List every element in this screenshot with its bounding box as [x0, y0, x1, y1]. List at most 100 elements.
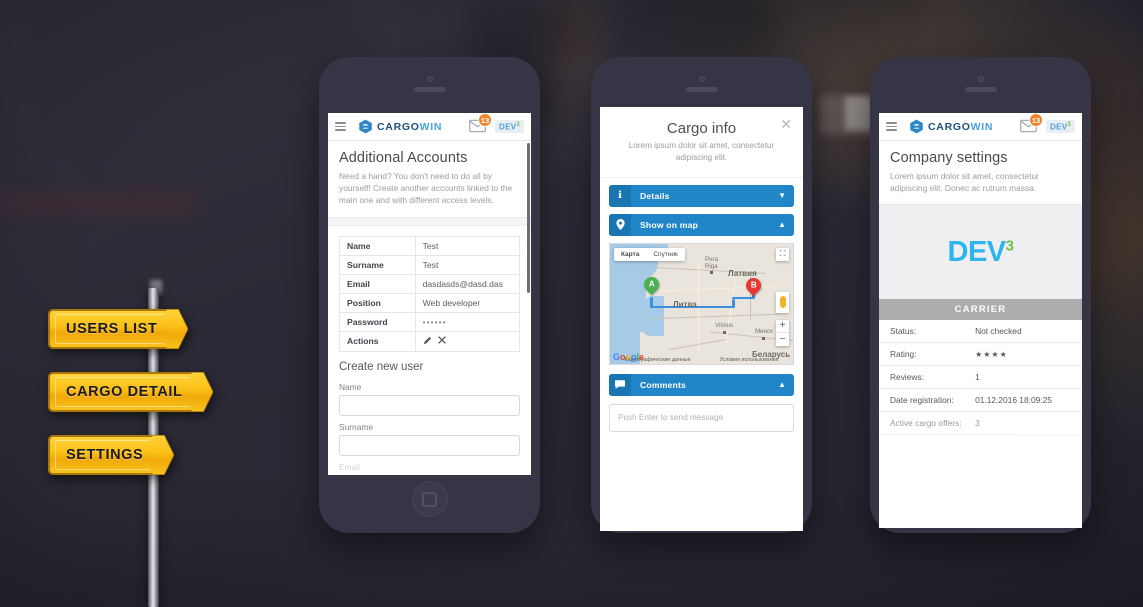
mail-badge-count: 13 — [478, 113, 492, 127]
table-cell-password: •••••• — [414, 311, 521, 332]
sign-settings[interactable]: SETTINGS — [48, 435, 175, 475]
name-input[interactable] — [339, 394, 520, 416]
phone3-page-header: Company settings Lorem ipsum dolor sit a… — [879, 141, 1082, 205]
table-row: Password •••••• — [339, 311, 521, 332]
comment-icon — [609, 373, 631, 396]
chevron-up-icon: ▲ — [778, 380, 786, 390]
phone-mockup-settings: CARGOWIN 13 DEV3 Company settings Lorem … — [870, 57, 1091, 533]
phone-camera-icon — [698, 76, 705, 82]
row-key: Rating: — [890, 349, 917, 360]
zoom-out-button[interactable]: − — [776, 333, 789, 346]
map-attribution-right[interactable]: Условия использования — [720, 357, 779, 363]
map-country-label: Латвия — [728, 268, 757, 278]
table-cell-key: Surname — [339, 254, 416, 275]
map-city-label: Рига — [705, 255, 719, 263]
cargo-info-modal-header: ✕ Cargo info Lorem ipsum dolor sit amet,… — [600, 107, 803, 178]
map-pin-a[interactable]: A — [640, 273, 663, 298]
accordion-details[interactable]: ℹ Details ▼ — [609, 184, 794, 207]
row-key: Status: — [890, 326, 917, 337]
map-zoom-controls[interactable]: + − — [776, 319, 789, 346]
table-cell-key: Name — [339, 235, 416, 256]
accordion-label: Comments — [640, 379, 687, 390]
app-navbar: CARGOWIN 13 DEV3 — [328, 113, 531, 141]
dev-chip[interactable]: DEV3 — [1046, 119, 1075, 134]
accordion-comments[interactable]: Comments ▲ — [609, 373, 794, 396]
table-row: Rating: ★★★★ — [879, 343, 1082, 367]
accounts-table: Name Test Surname Test Email dasdasds@da… — [339, 235, 521, 352]
hamburger-icon[interactable] — [886, 122, 897, 131]
phone-speaker — [685, 87, 718, 92]
table-cell-key: Email — [339, 273, 416, 294]
sign-label: USERS LIST — [66, 321, 158, 337]
row-key: Date registration: — [890, 395, 954, 406]
brand-text: CARGOWIN — [928, 120, 994, 133]
modal-subtitle: Lorem ipsum dolor sit amet, consectetur … — [628, 141, 775, 163]
map-type-map[interactable]: Карта — [614, 248, 646, 261]
close-icon[interactable]: ✕ — [780, 117, 792, 131]
map-type-satellite[interactable]: Спутник — [646, 248, 685, 261]
phone-camera-icon — [426, 76, 433, 82]
phone3-screen: CARGOWIN 13 DEV3 Company settings Lorem … — [879, 113, 1082, 528]
row-key: Reviews: — [890, 372, 924, 383]
zoom-in-button[interactable]: + — [776, 320, 789, 333]
phone-home-button[interactable] — [411, 481, 448, 517]
comment-placeholder: Push Enter to send message — [618, 413, 724, 423]
sign-users-list[interactable]: USERS LIST — [48, 309, 189, 349]
phone2-screen: ✕ Cargo info Lorem ipsum dolor sit amet,… — [600, 107, 803, 531]
pencil-icon[interactable] — [423, 336, 432, 345]
chevron-down-icon: ▼ — [778, 191, 786, 201]
company-info-rows: Status: Not checked Rating: ★★★★ Reviews… — [879, 320, 1082, 436]
accordion-label: Show on map — [640, 219, 699, 230]
route-map[interactable]: Латвия Литва Беларусь Рига Riga Vilnius … — [609, 242, 794, 365]
sign-arrow-tip — [152, 435, 175, 475]
table-row: Actions — [339, 330, 521, 352]
screenshot-root: USERS LIST CARGO DETAIL SETTINGS CARGOWI… — [0, 0, 1143, 607]
brand-text: CARGOWIN — [377, 120, 443, 133]
table-cell-key: Actions — [339, 330, 416, 352]
brand-logo[interactable]: CARGOWIN — [358, 119, 442, 134]
table-row: Reviews: 1 — [879, 366, 1082, 390]
dev3-logo: DEV3 — [947, 235, 1014, 268]
mail-icon[interactable]: 13 — [469, 113, 492, 134]
page-subtitle: Need a hand? You don't need to do all by… — [339, 171, 513, 206]
surname-input[interactable] — [339, 434, 520, 456]
comment-input[interactable]: Push Enter to send message — [609, 403, 794, 432]
app-navbar: CARGOWIN 13 DEV3 — [879, 113, 1082, 141]
cargowin-logo-icon — [359, 119, 372, 134]
screen-scrollbar[interactable] — [527, 143, 530, 293]
table-cell-actions — [414, 330, 521, 352]
map-pin-icon — [609, 213, 631, 236]
row-key: Active cargo offers: — [890, 418, 962, 429]
brand-logo[interactable]: CARGOWIN — [909, 119, 993, 134]
pegman-icon[interactable] — [776, 291, 789, 313]
phone1-screen: CARGOWIN 13 DEV3 Additional Accounts Nee… — [328, 113, 531, 475]
row-value: 3 — [975, 418, 980, 429]
sign-cargo-detail[interactable]: CARGO DETAIL — [48, 372, 214, 412]
page-title: Additional Accounts — [339, 150, 468, 166]
field-label-surname: Surname — [339, 421, 373, 432]
map-type-toggle[interactable]: Карта Спутник — [614, 247, 685, 261]
row-value: 1 — [975, 372, 980, 383]
table-cell-key: Position — [339, 292, 416, 313]
hamburger-icon[interactable] — [335, 122, 346, 131]
mail-icon[interactable]: 13 — [1020, 113, 1043, 134]
mail-badge-count: 13 — [1029, 113, 1043, 127]
table-cell-value: dasdasds@dasd.das — [414, 273, 521, 294]
chevron-up-icon: ▲ — [778, 220, 786, 230]
table-row: Active cargo offers: 3 — [879, 412, 1082, 436]
map-country-label: Литва — [673, 299, 697, 309]
info-icon: ℹ — [609, 184, 631, 207]
field-label-name: Name — [339, 381, 362, 392]
map-attribution: Картографические данные Условия использо… — [610, 357, 793, 363]
fullscreen-icon[interactable]: ⛶ — [776, 247, 789, 261]
map-city-label: Riga — [705, 262, 718, 270]
cargowin-logo-icon — [910, 119, 923, 134]
page-title: Company settings — [890, 150, 1008, 166]
row-value: 01.12.2016 18:09:25 — [975, 395, 1052, 406]
map-pin-b[interactable]: B — [742, 274, 765, 299]
accordion-show-on-map[interactable]: Show on map ▲ — [609, 213, 794, 236]
sign-arrow-tip — [191, 372, 214, 412]
cross-icon[interactable] — [437, 336, 446, 344]
dev-chip[interactable]: DEV3 — [495, 119, 524, 134]
phone-camera-icon — [977, 76, 984, 82]
